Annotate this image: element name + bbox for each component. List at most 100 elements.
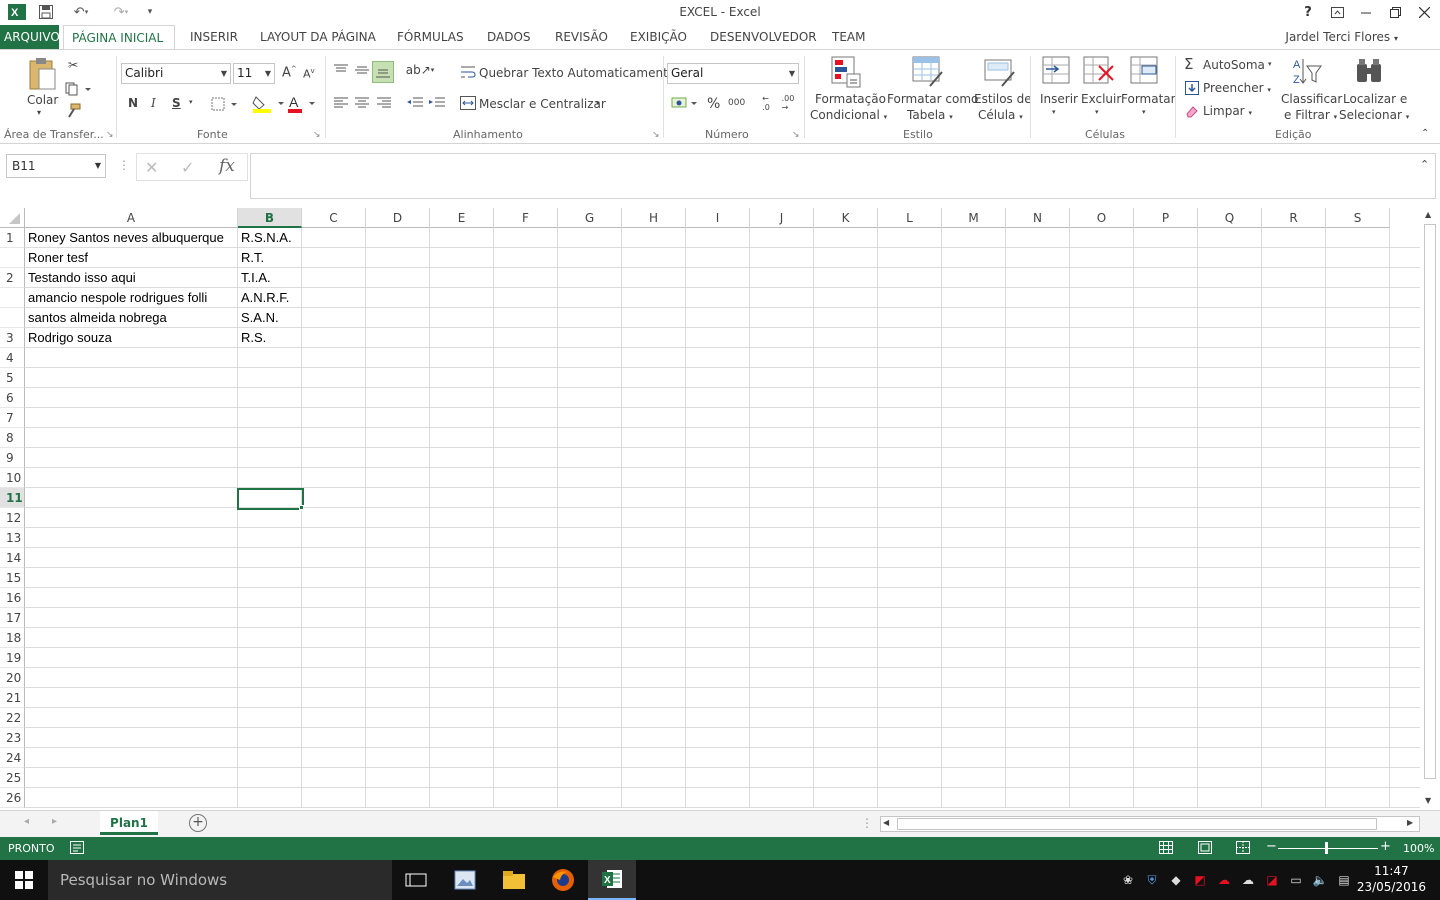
dropbox-icon[interactable]: ◆	[1168, 872, 1184, 888]
find-select-icon[interactable]	[1354, 56, 1386, 88]
wrap-text-button[interactable]: Quebrar Texto Automaticamente	[479, 66, 675, 80]
format-cells-icon[interactable]	[1129, 56, 1161, 88]
onedrive-icon[interactable]: ☁	[1240, 872, 1256, 888]
cell-b[interactable]: A.N.R.F.	[238, 288, 302, 308]
scroll-right-icon[interactable]: ▶	[1407, 818, 1413, 827]
row-header[interactable]: 10	[0, 468, 25, 488]
wrap-text-icon[interactable]	[459, 64, 477, 80]
tab-desenvolvedor[interactable]: DESENVOLVEDOR	[702, 25, 825, 50]
column-header-q[interactable]: Q	[1198, 208, 1262, 228]
fill-handle[interactable]	[299, 505, 304, 510]
macro-record-icon[interactable]	[70, 841, 84, 857]
tab-team[interactable]: TEAM	[824, 25, 873, 50]
eraser-icon[interactable]	[1184, 103, 1200, 119]
acrobat-icon[interactable]: ◪	[1264, 872, 1280, 888]
column-header-n[interactable]: N	[1006, 208, 1070, 228]
cell-b[interactable]: R.T.	[238, 248, 302, 268]
cell-b[interactable]: S.A.N.	[238, 308, 302, 328]
horizontal-scroll-thumb[interactable]	[897, 818, 1377, 830]
font-color-icon[interactable]: A	[287, 93, 319, 115]
fill-color-icon[interactable]	[252, 93, 286, 115]
zoom-slider-track[interactable]	[1278, 848, 1378, 849]
find-select-button-line2[interactable]: Selecionar ▾	[1339, 108, 1409, 122]
confirm-entry-icon[interactable]: ✓	[181, 158, 194, 177]
row-header[interactable]: 23	[0, 728, 25, 748]
user-name[interactable]: Jardel Terci Flores ▾	[1285, 30, 1398, 44]
delete-dropdown-icon[interactable]: ▾	[1095, 108, 1099, 116]
formula-input[interactable]	[250, 153, 1436, 199]
firefox-icon[interactable]	[539, 860, 587, 900]
conditional-formatting-icon[interactable]	[830, 56, 862, 88]
tray-cloud-sync-icon[interactable]: ☁	[1216, 872, 1232, 888]
format-as-table-button[interactable]: Formatar como	[887, 92, 978, 106]
row-header[interactable]: 21	[0, 688, 25, 708]
taskbar-clock[interactable]: 11:47 23/05/2016	[1357, 863, 1426, 895]
column-header-s[interactable]: S	[1326, 208, 1390, 228]
align-center-icon[interactable]	[353, 95, 371, 111]
zoom-out-icon[interactable]: −	[1266, 839, 1277, 854]
tray-antivirus-icon[interactable]: ◩	[1192, 872, 1208, 888]
row-header[interactable]: 6	[0, 388, 25, 408]
insert-function-icon[interactable]: fx	[219, 156, 235, 176]
clear-button[interactable]: Limpar ▾	[1203, 104, 1252, 118]
tab-layout-da-pagina[interactable]: LAYOUT DA PÁGINA	[252, 25, 384, 50]
conditional-formatting-button-line2[interactable]: Condicional ▾	[810, 108, 887, 122]
column-header-r[interactable]: R	[1262, 208, 1326, 228]
volume-icon[interactable]: 🔈	[1312, 872, 1328, 888]
column-header-k[interactable]: K	[814, 208, 878, 228]
ribbon-display-options-icon[interactable]	[1323, 2, 1351, 22]
bold-button[interactable]: N	[128, 96, 138, 110]
prev-sheet-icon[interactable]: ◂	[24, 816, 29, 827]
collapse-formula-bar-icon[interactable]: ⌃	[1420, 158, 1429, 171]
task-view-icon[interactable]	[392, 860, 440, 900]
cut-icon[interactable]: ✂	[64, 56, 82, 74]
tab-exibicao[interactable]: EXIBIÇÃO	[622, 25, 695, 50]
merge-center-button[interactable]: Mesclar e Centralizar	[479, 97, 606, 111]
horizontal-scrollbar[interactable]: ◀ ▶	[880, 816, 1420, 832]
cell-styles-button[interactable]: Estilos de	[974, 92, 1032, 106]
clipboard-launcher-icon[interactable]: ↘	[106, 130, 114, 140]
normal-view-icon[interactable]	[1159, 841, 1173, 857]
cell-b[interactable]: R.S.	[238, 328, 302, 348]
file-explorer-icon[interactable]	[490, 860, 538, 900]
fill-button[interactable]: Preencher ▾	[1203, 81, 1271, 95]
scroll-down-icon[interactable]: ▼	[1425, 796, 1431, 805]
collapse-ribbon-icon[interactable]: ⌃	[1421, 128, 1429, 139]
align-bottom-icon[interactable]	[372, 61, 394, 83]
zoom-in-icon[interactable]: +	[1380, 839, 1391, 854]
format-cells-button[interactable]: Formatar	[1121, 92, 1176, 106]
thousands-button[interactable]: 000	[728, 98, 745, 108]
copy-icon[interactable]	[64, 80, 92, 98]
sort-filter-icon[interactable]: AZ	[1291, 56, 1323, 88]
column-header-b[interactable]: B	[238, 208, 302, 228]
sort-filter-button-line2[interactable]: e Filtrar ▾	[1284, 108, 1337, 122]
column-header-o[interactable]: O	[1070, 208, 1134, 228]
cell-a[interactable]: Testando isso aqui	[25, 268, 238, 288]
column-header-a[interactable]: A	[25, 208, 238, 228]
number-launcher-icon[interactable]: ↘	[792, 130, 800, 140]
network-icon[interactable]: ▭	[1288, 872, 1304, 888]
column-header-h[interactable]: H	[622, 208, 686, 228]
orientation-icon[interactable]: ab↗ ▾	[406, 62, 435, 78]
tab-splitter-icon[interactable]: ⋮	[861, 816, 873, 830]
number-format-select[interactable]: Geral ▼	[667, 63, 799, 84]
cell-a[interactable]: Rodrigo souza	[25, 328, 238, 348]
photos-app-icon[interactable]	[441, 860, 489, 900]
row-header[interactable]: 1	[0, 228, 25, 248]
help-button[interactable]: ?	[1294, 2, 1322, 22]
merge-center-icon[interactable]	[459, 95, 477, 111]
autosum-button[interactable]: AutoSoma	[1203, 58, 1265, 72]
vertical-scroll-thumb[interactable]	[1424, 224, 1436, 779]
close-button[interactable]	[1410, 2, 1438, 22]
delete-cells-icon[interactable]	[1083, 56, 1115, 88]
sheet-tab-plan1[interactable]: Plan1	[100, 811, 158, 835]
cell-styles-icon[interactable]	[984, 56, 1016, 88]
underline-dropdown-icon[interactable]: ▾	[189, 98, 193, 106]
italic-button[interactable]: I	[151, 96, 156, 110]
row-header[interactable]: 20	[0, 668, 25, 688]
align-top-icon[interactable]	[332, 62, 350, 78]
column-header-m[interactable]: M	[942, 208, 1006, 228]
decrease-indent-icon[interactable]	[406, 95, 424, 111]
align-left-icon[interactable]	[332, 95, 350, 111]
spreadsheet-grid[interactable]: ABCDEFGHIJKLMNOPQRS 1 2 3 4 5 6 7 8 9 10 11 12 13 14 1…	[0, 208, 1420, 808]
